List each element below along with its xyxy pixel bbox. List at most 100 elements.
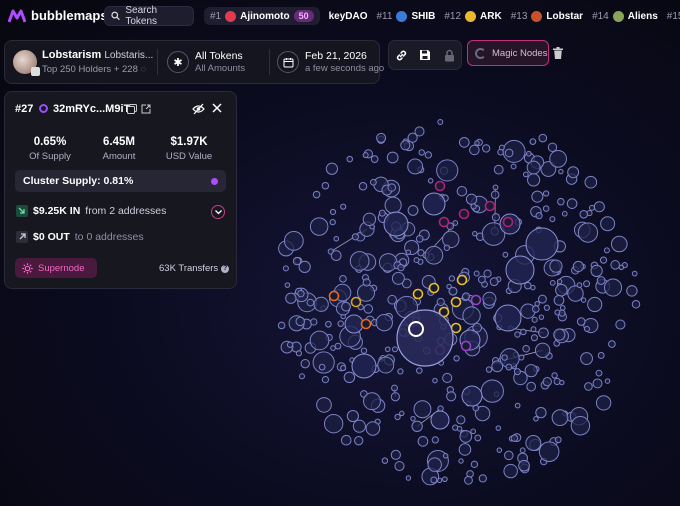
holder-bubble[interactable]	[329, 208, 337, 216]
holder-bubble[interactable]	[418, 149, 425, 156]
holder-bubble[interactable]	[513, 368, 521, 376]
holder-bubble[interactable]	[407, 205, 419, 216]
holder-bubble[interactable]	[431, 436, 439, 444]
holder-bubble[interactable]	[369, 178, 377, 186]
holder-bubble[interactable]	[561, 210, 568, 217]
holder-bubble[interactable]	[549, 216, 556, 223]
cluster-bubble[interactable]	[458, 208, 470, 220]
holder-bubble[interactable]	[436, 297, 445, 307]
holder-bubble[interactable]	[520, 328, 527, 336]
filter-label[interactable]: All Tokens	[195, 50, 243, 62]
holder-bubble[interactable]	[363, 304, 374, 314]
holder-bubble[interactable]	[547, 142, 558, 153]
holder-bubble[interactable]	[390, 449, 401, 460]
holder-bubble[interactable]	[566, 198, 578, 209]
holder-bubble[interactable]	[603, 247, 610, 254]
holder-bubble[interactable]	[351, 353, 377, 379]
holder-bubble[interactable]	[470, 203, 477, 210]
holder-bubble[interactable]	[584, 175, 598, 189]
holder-bubble[interactable]	[323, 414, 344, 434]
holder-bubble[interactable]	[531, 316, 538, 323]
holder-bubble[interactable]	[316, 397, 332, 413]
holder-bubble[interactable]	[325, 320, 332, 328]
holder-bubble[interactable]	[381, 457, 389, 464]
holder-bubble[interactable]	[519, 447, 526, 454]
holder-bubble[interactable]	[493, 164, 504, 175]
holder-bubble[interactable]	[370, 155, 379, 163]
holder-bubble[interactable]	[553, 328, 566, 341]
cluster-bubble[interactable]	[434, 180, 446, 192]
holder-bubble[interactable]	[482, 291, 497, 306]
holder-bubble[interactable]	[458, 458, 464, 464]
holder-bubble[interactable]	[424, 245, 444, 265]
holder-bubble[interactable]	[505, 363, 513, 371]
holder-bubble[interactable]	[391, 384, 398, 392]
supernode-button[interactable]: Supernode	[15, 258, 97, 278]
holder-bubble[interactable]	[341, 301, 351, 312]
holder-bubble[interactable]	[462, 292, 471, 301]
holder-bubble[interactable]	[437, 118, 444, 125]
cluster-bubble[interactable]	[456, 274, 468, 286]
chevron-down-icon[interactable]	[211, 205, 225, 219]
holder-bubble[interactable]	[608, 340, 616, 348]
cluster-bubble[interactable]	[350, 296, 362, 308]
holder-bubble[interactable]	[318, 363, 326, 371]
holder-bubble[interactable]	[346, 155, 354, 163]
holder-bubble[interactable]	[557, 197, 565, 206]
holder-bubble[interactable]	[530, 334, 538, 342]
holder-bubble[interactable]	[390, 392, 400, 402]
holder-bubble[interactable]	[346, 409, 359, 423]
holder-bubble[interactable]	[481, 144, 491, 153]
holder-bubble[interactable]	[448, 275, 455, 282]
holder-bubble[interactable]	[542, 205, 550, 212]
holder-bubble[interactable]	[417, 436, 429, 447]
link-icon[interactable]	[394, 48, 408, 62]
holder-bubble[interactable]	[610, 235, 628, 253]
holder-bubble[interactable]	[413, 400, 432, 419]
ticker-item[interactable]: #12 ARK	[444, 10, 502, 22]
holder-bubble[interactable]	[391, 271, 405, 285]
holder-bubble[interactable]	[456, 185, 468, 197]
holder-bubble[interactable]	[503, 450, 514, 461]
holder-bubble[interactable]	[615, 319, 626, 330]
holder-bubble[interactable]	[538, 133, 548, 143]
holder-bubble[interactable]	[362, 152, 369, 159]
holder-bubble[interactable]	[525, 435, 542, 451]
cluster-bubble[interactable]	[438, 216, 450, 228]
holder-bubble[interactable]	[397, 368, 404, 375]
holder-bubble[interactable]	[554, 436, 562, 444]
holder-bubble[interactable]	[580, 352, 593, 365]
holder-bubble[interactable]	[446, 391, 457, 402]
holder-bubble[interactable]	[558, 309, 566, 317]
holder-bubble[interactable]	[491, 360, 504, 373]
cluster-bubble[interactable]	[450, 296, 462, 308]
close-icon[interactable]	[211, 102, 223, 114]
holder-address[interactable]: 32mRYc...M9iT	[53, 103, 130, 115]
holder-bubble[interactable]	[456, 426, 463, 432]
holder-bubble[interactable]	[284, 282, 291, 288]
holder-bubble[interactable]	[538, 314, 545, 320]
holder-bubble[interactable]	[375, 313, 393, 332]
holder-bubble[interactable]	[321, 375, 330, 384]
holder-bubble[interactable]	[595, 369, 603, 377]
holder-bubble[interactable]	[337, 320, 344, 327]
holder-bubble[interactable]	[549, 280, 556, 286]
holder-bubble[interactable]	[384, 196, 402, 214]
holder-bubble[interactable]	[469, 144, 480, 156]
holder-bubble[interactable]	[595, 395, 612, 411]
holder-bubble[interactable]	[334, 342, 342, 350]
holder-bubble[interactable]	[593, 201, 605, 213]
cluster-bubble[interactable]	[470, 294, 482, 306]
holder-bubble[interactable]	[477, 275, 486, 284]
holder-bubble[interactable]	[583, 326, 590, 333]
holder-bubble[interactable]	[537, 294, 547, 304]
holder-bubble[interactable]	[603, 278, 623, 297]
holder-bubble[interactable]	[330, 345, 336, 351]
holder-bubble[interactable]	[325, 162, 339, 175]
holder-bubble[interactable]	[378, 253, 398, 272]
holder-bubble[interactable]	[489, 277, 499, 287]
search-tokens-button[interactable]: Search Tokens	[104, 5, 194, 27]
holder-bubble[interactable]	[343, 371, 356, 384]
holder-bubble[interactable]	[538, 327, 549, 339]
holder-bubble[interactable]	[391, 346, 398, 353]
